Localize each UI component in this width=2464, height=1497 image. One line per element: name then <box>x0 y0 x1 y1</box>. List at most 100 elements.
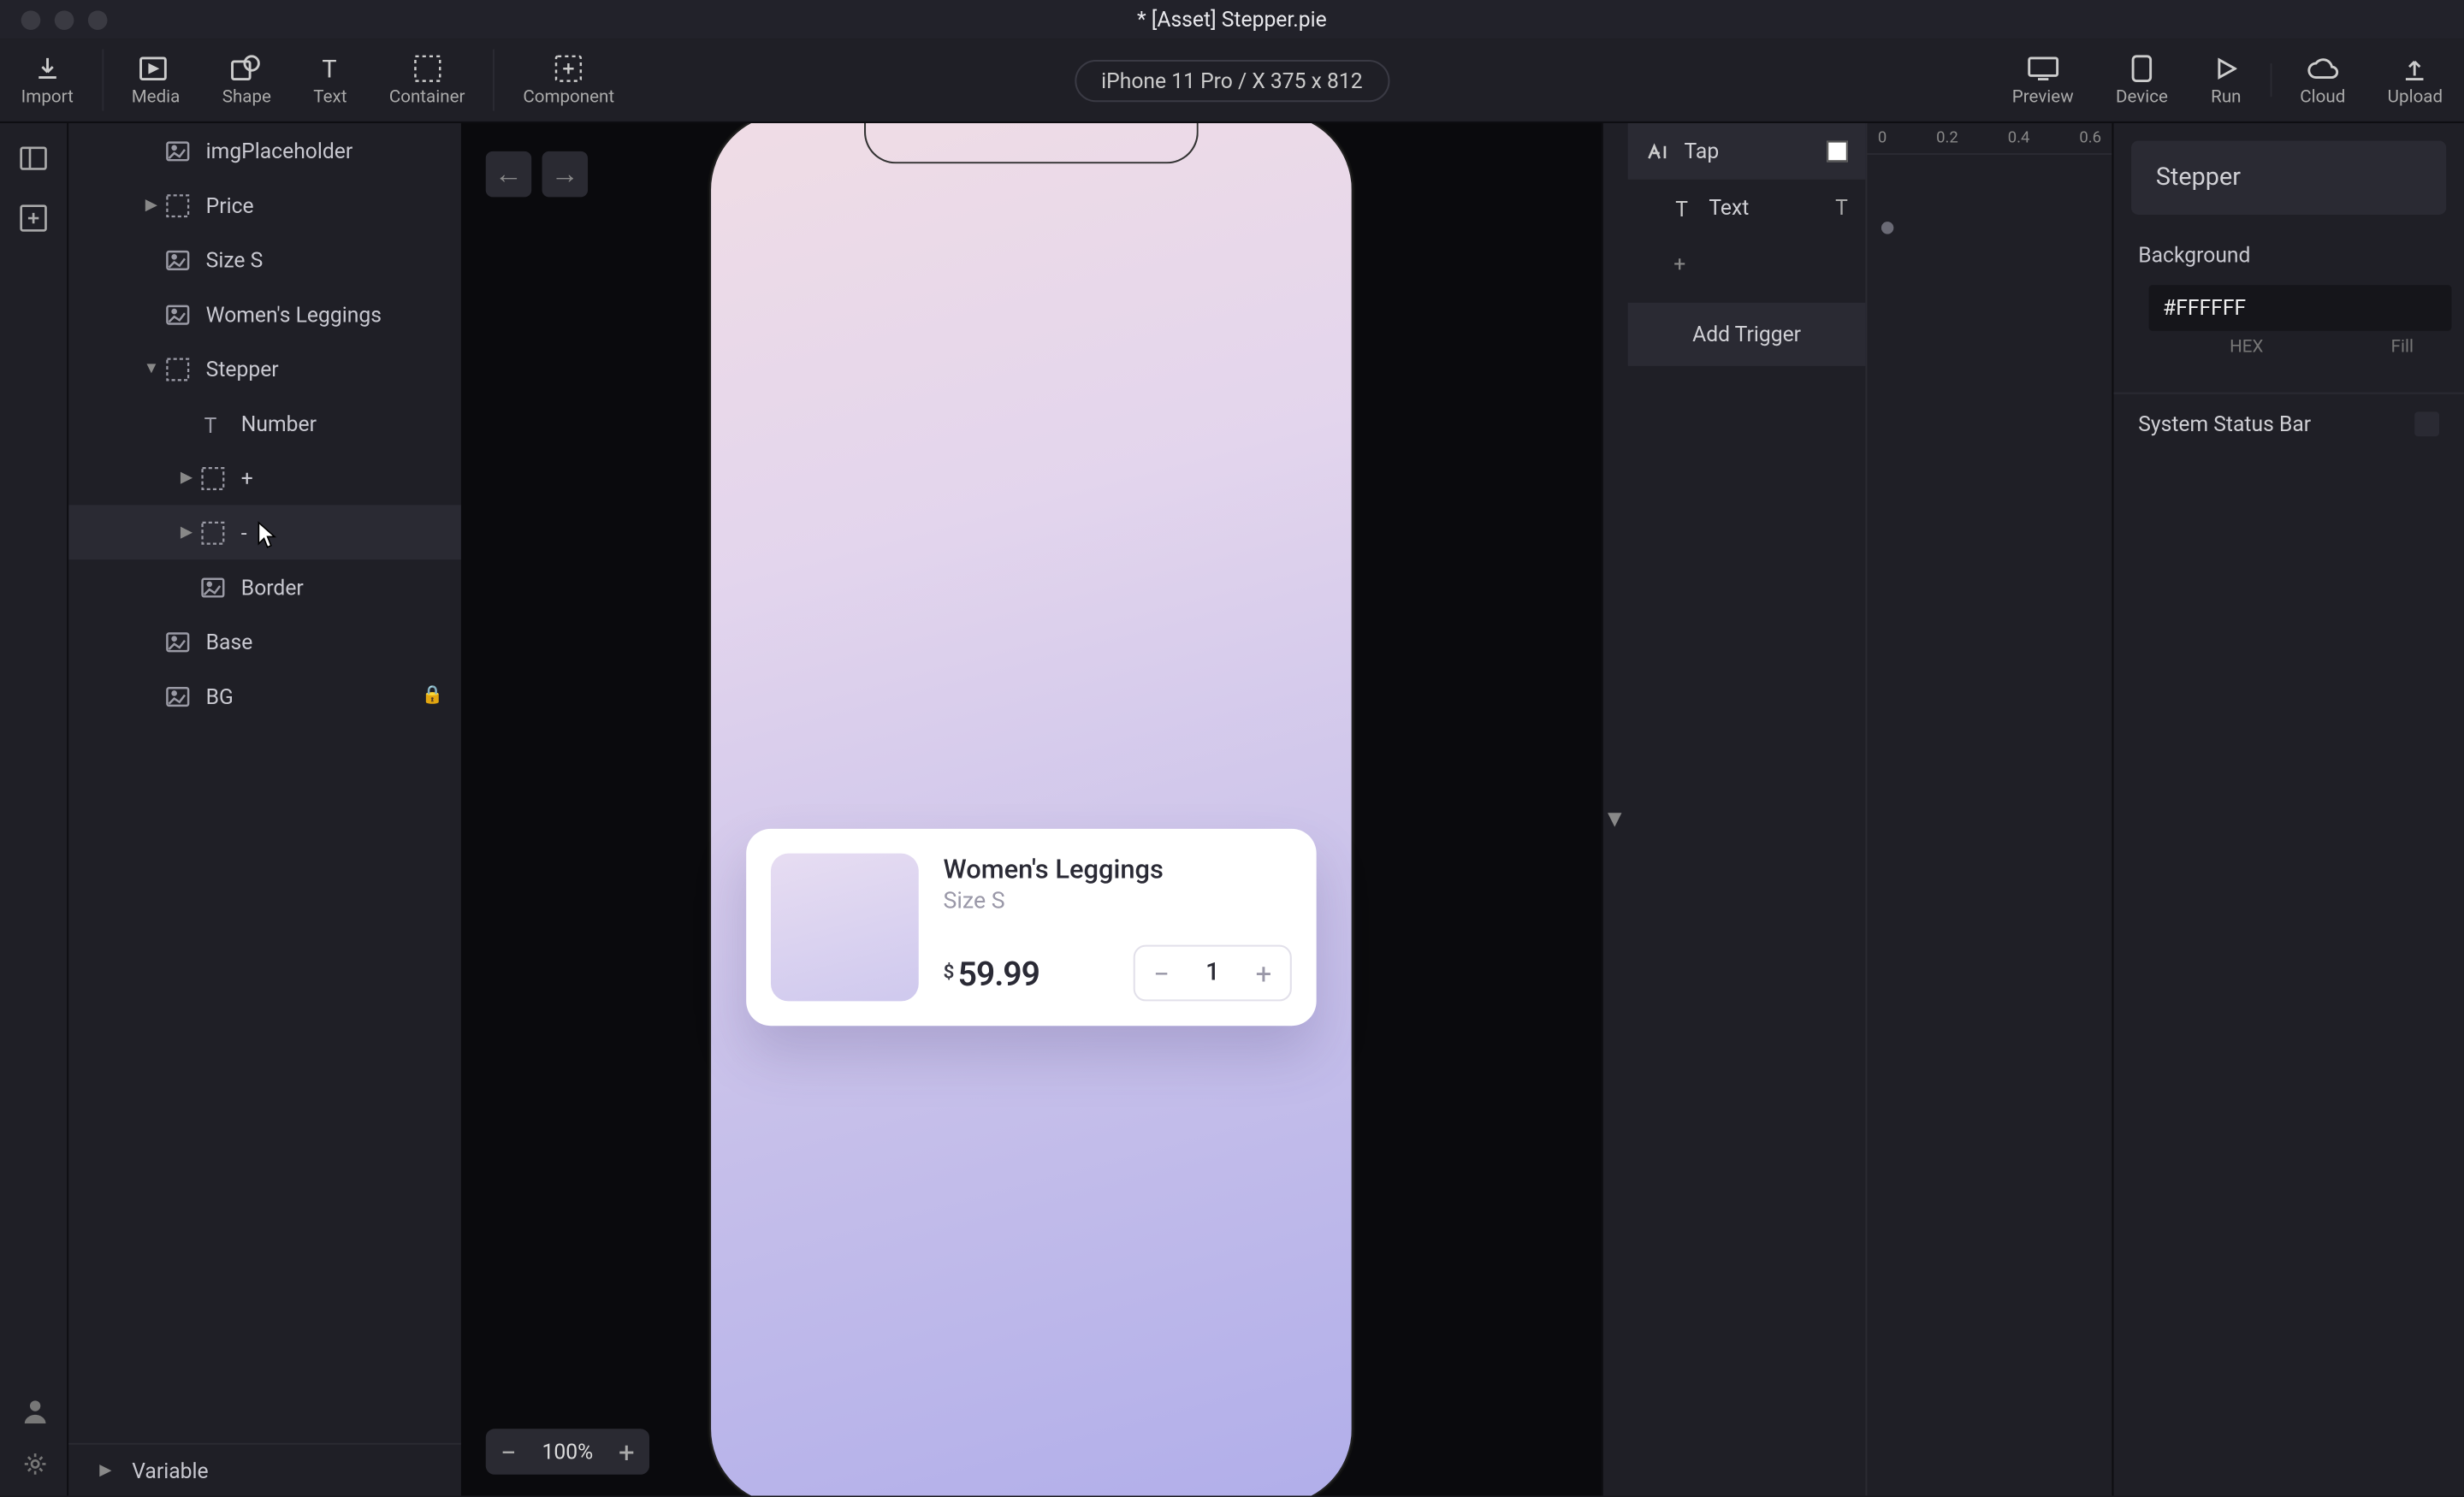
timeline: 0 0.2 0.4 0.6 <box>1865 123 2112 1495</box>
svg-text:T: T <box>1675 198 1688 218</box>
text-button[interactable]: T Text <box>293 38 369 121</box>
window-titlebar: * [Asset] Stepper.pie <box>0 0 2464 38</box>
svg-text:T: T <box>204 413 217 434</box>
image-icon <box>163 300 192 328</box>
container-icon <box>198 464 227 492</box>
quantity-stepper: − 1 + <box>1134 945 1292 1002</box>
image-icon <box>163 627 192 655</box>
media-icon <box>139 53 171 85</box>
panel-collapse-button[interactable]: ▾ <box>1603 123 1628 1495</box>
lock-icon: 🔒 <box>422 686 444 706</box>
add-page-button[interactable] <box>16 200 51 235</box>
layer-row[interactable]: ▶+ <box>68 451 461 506</box>
layer-row[interactable]: BG 🔒 <box>68 669 461 724</box>
layer-row[interactable]: Base <box>68 614 461 669</box>
container-icon <box>198 518 227 547</box>
keyframe[interactable] <box>1881 222 1893 234</box>
product-price: $ 59.99 <box>944 953 1040 993</box>
settings-button[interactable] <box>17 1447 52 1482</box>
layer-name: imgPlaceholder <box>206 138 353 163</box>
currency-symbol: $ <box>944 960 955 983</box>
image-icon <box>163 136 192 164</box>
stepper-plus-button[interactable]: + <box>1237 956 1290 990</box>
run-button[interactable]: Run <box>2189 53 2263 108</box>
layer-name: Number <box>241 411 317 435</box>
nav-back-button[interactable]: ← <box>486 151 531 197</box>
layer-row[interactable]: ▶- <box>68 505 461 559</box>
cloud-icon <box>2307 53 2338 85</box>
layer-name: Border <box>241 575 304 600</box>
layer-name: BG <box>206 683 234 708</box>
phone-frame: Women's Leggings Size S $ 59.99 − 1 <box>709 123 1353 1495</box>
cloud-button[interactable]: Cloud <box>2279 53 2366 108</box>
panels-toggle[interactable] <box>16 141 51 176</box>
hex-sublabel: HEX <box>2177 338 2317 358</box>
nav-forward-button[interactable]: → <box>542 151 588 197</box>
layer-name: + <box>241 465 253 490</box>
stepper-minus-button[interactable]: − <box>1135 956 1188 990</box>
product-card: Women's Leggings Size S $ 59.99 − 1 <box>746 829 1316 1026</box>
trigger-tap-row[interactable]: Tap <box>1628 123 1866 180</box>
canvas-area[interactable]: ← → Women's Leggings Size S $ <box>461 123 1602 1495</box>
zoom-out-button[interactable]: − <box>493 1435 524 1468</box>
layer-row[interactable]: T Number <box>68 396 461 451</box>
inspector-title: Stepper <box>2131 141 2446 215</box>
play-icon <box>2210 53 2242 85</box>
text-type-icon: T <box>1835 195 1848 220</box>
image-icon <box>198 573 227 601</box>
disclosure-icon[interactable]: ▶ <box>139 196 164 214</box>
import-button[interactable]: Import <box>0 38 94 121</box>
device-selector[interactable]: iPhone 11 Pro / X 375 x 812 <box>1075 59 1389 101</box>
product-image-placeholder <box>771 854 919 1002</box>
text-response-icon: T <box>1673 197 1695 218</box>
layer-row[interactable]: Border <box>68 559 461 614</box>
fill-sublabel: Fill <box>2366 338 2439 358</box>
close-window[interactable] <box>21 9 41 29</box>
variable-bar[interactable]: ▶ Variable <box>68 1443 461 1496</box>
price-value: 59.99 <box>958 953 1040 993</box>
response-text-row[interactable]: T Text T <box>1628 180 1866 236</box>
container-icon <box>163 354 192 382</box>
minimize-window[interactable] <box>55 9 74 29</box>
upload-icon <box>2399 53 2431 85</box>
tap-icon <box>1645 141 1670 163</box>
stepper-value: 1 <box>1188 959 1237 987</box>
hex-input[interactable] <box>2149 285 2452 330</box>
timeline-ruler[interactable]: 0 0.2 0.4 0.6 <box>1867 123 2112 155</box>
layer-name: - <box>241 520 247 545</box>
preview-button[interactable]: Preview <box>1991 53 2094 108</box>
add-response-button[interactable]: + <box>1628 236 1866 293</box>
window-title: * [Asset] Stepper.pie <box>1137 7 1327 32</box>
media-button[interactable]: Media <box>110 38 201 121</box>
download-icon <box>32 53 63 85</box>
inspector-panel: Stepper Background HEX Fill Syst <box>2112 123 2463 1495</box>
layer-row[interactable]: Size S <box>68 233 461 287</box>
disclosure-icon[interactable]: ▶ <box>175 524 199 541</box>
layer-row[interactable]: imgPlaceholder <box>68 123 461 178</box>
tap-swatch[interactable] <box>1827 141 1848 163</box>
container-button[interactable]: Container <box>368 38 486 121</box>
zoom-window[interactable] <box>88 9 108 29</box>
device-button[interactable]: Device <box>2094 53 2189 108</box>
plus-box-icon <box>553 53 584 85</box>
shape-icon <box>231 53 263 85</box>
disclosure-icon[interactable]: ▶ <box>175 469 199 487</box>
component-button[interactable]: Component <box>502 38 636 121</box>
layer-row[interactable]: ▼ Stepper <box>68 341 461 396</box>
zoom-in-button[interactable]: + <box>611 1435 643 1468</box>
layer-name: Stepper <box>206 357 279 382</box>
disclosure-icon[interactable]: ▼ <box>139 359 164 379</box>
text-icon: T <box>198 409 227 437</box>
container-icon <box>412 53 443 85</box>
image-icon <box>163 246 192 274</box>
main-toolbar: Import Media Shape T Text Container <box>0 38 2464 123</box>
upload-button[interactable]: Upload <box>2366 53 2464 108</box>
layer-row[interactable]: ▶Price <box>68 178 461 233</box>
shape-button[interactable]: Shape <box>201 38 293 121</box>
layer-row[interactable]: Women's Leggings <box>68 287 461 341</box>
add-trigger-button[interactable]: Add Trigger <box>1628 303 1866 366</box>
system-status-bar-row[interactable]: System Status Bar <box>2113 393 2463 454</box>
user-button[interactable] <box>17 1393 52 1429</box>
status-bar-toggle[interactable] <box>2414 411 2439 436</box>
image-icon <box>163 682 192 710</box>
